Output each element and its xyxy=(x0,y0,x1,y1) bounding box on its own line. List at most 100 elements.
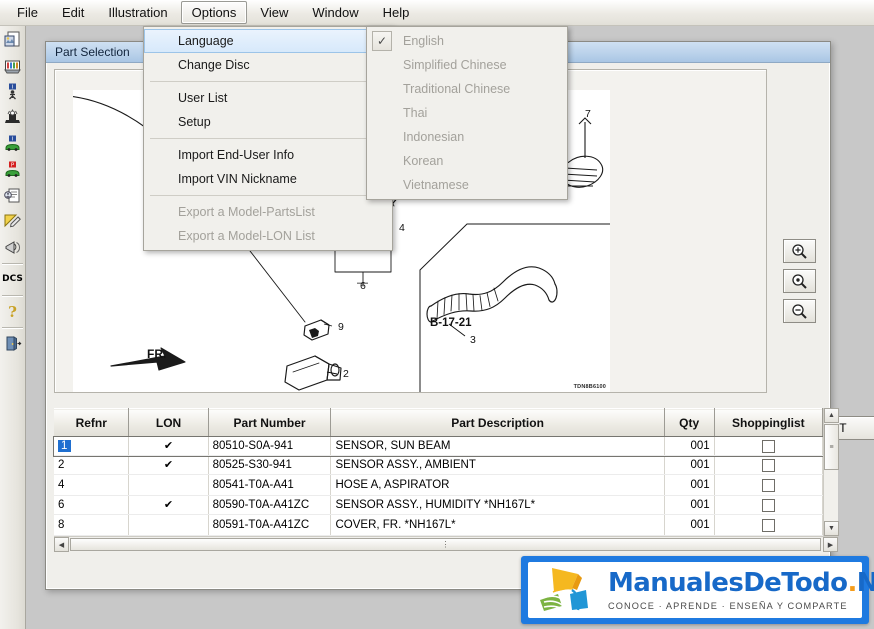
parts-table-body: 1 ✔ 80510-S0A-941 SENSOR, SUN BEAM 001 2… xyxy=(54,437,823,536)
language-item-indonesian-label: Indonesian xyxy=(403,130,464,144)
parked-vehicle-icon[interactable]: P xyxy=(1,157,24,182)
vehicle-search-icon[interactable]: I xyxy=(1,131,24,156)
menu-item-export-model-partslist-label: Export a Model-PartsList xyxy=(178,205,315,219)
toolbar-separator-3 xyxy=(2,327,23,328)
cell-lon[interactable] xyxy=(129,515,208,536)
language-item-english[interactable]: ✓ English xyxy=(367,29,567,53)
shoppinglist-checkbox[interactable] xyxy=(762,499,775,512)
magic-hat-icon[interactable] xyxy=(1,105,24,130)
column-header-shoppinglist[interactable]: Shoppinglist xyxy=(714,409,822,437)
column-header-qty[interactable]: Qty xyxy=(664,409,714,437)
menu-item-import-end-user-info[interactable]: Import End-User Info xyxy=(144,143,392,167)
table-row[interactable]: 8 80591-T0A-A41ZC COVER, FR. *NH167L* 00… xyxy=(54,515,823,536)
cell-shoppinglist[interactable] xyxy=(714,437,822,456)
shoppinglist-checkbox[interactable] xyxy=(762,479,775,492)
menu-options[interactable]: Options xyxy=(181,1,248,24)
shoppinglist-checkbox[interactable] xyxy=(762,440,775,453)
menu-window[interactable]: Window xyxy=(301,1,369,24)
table-vertical-scrollbar[interactable]: ▲ ≡ ▼ xyxy=(823,408,838,536)
watermark-title-main: ManualesDeTodo xyxy=(608,568,847,598)
cell-qty: 001 xyxy=(664,475,714,496)
language-item-vietnamese[interactable]: Vietnamese xyxy=(367,173,567,197)
cell-lon[interactable]: ✔ xyxy=(129,437,208,456)
scroll-down-arrow[interactable]: ▼ xyxy=(824,521,839,536)
menu-separator xyxy=(150,138,386,139)
svg-text:?: ? xyxy=(8,303,17,321)
language-item-thai[interactable]: Thai xyxy=(367,101,567,125)
options-dropdown-menu: Language ▶ Change Disc ▶ User List Setup… xyxy=(143,26,393,251)
language-item-simplified-chinese[interactable]: Simplified Chinese xyxy=(367,53,567,77)
cell-refnr: 8 xyxy=(54,515,129,536)
watermark-title: ManualesDeTodo.Net xyxy=(608,570,874,596)
menu-item-setup-label: Setup xyxy=(178,115,211,129)
language-item-korean[interactable]: Korean xyxy=(367,149,567,173)
cell-refnr: 2 xyxy=(54,456,129,475)
language-item-indonesian[interactable]: Indonesian xyxy=(367,125,567,149)
shoppinglist-checkbox[interactable] xyxy=(762,459,775,472)
exit-door-icon[interactable] xyxy=(1,331,24,356)
zoom-in-button[interactable] xyxy=(783,239,816,263)
watermark-text: ManualesDeTodo.Net CONOCE · APRENDE · EN… xyxy=(608,570,874,611)
zoom-fit-button[interactable] xyxy=(783,269,816,293)
parts-table-container: Refnr LON Part Number Part Description Q… xyxy=(54,408,838,554)
megaphone-icon[interactable] xyxy=(1,235,24,260)
menu-item-language[interactable]: Language ▶ xyxy=(144,29,392,53)
menu-file[interactable]: File xyxy=(6,1,49,24)
scroll-up-arrow[interactable]: ▲ xyxy=(824,408,839,423)
cell-shoppinglist[interactable] xyxy=(714,496,822,515)
shoppinglist-checkbox[interactable] xyxy=(762,519,775,532)
horizontal-scroll-thumb[interactable]: ⋮ xyxy=(70,538,821,551)
cell-part-number: 80541-T0A-A41 xyxy=(208,475,331,496)
dcs-icon[interactable]: DCS xyxy=(1,267,24,292)
menu-item-export-model-lon-list-label: Export a Model-LON List xyxy=(178,229,315,243)
scroll-right-arrow[interactable]: ▶ xyxy=(823,537,838,552)
checkmark-icon: ✓ xyxy=(372,31,392,51)
cell-shoppinglist[interactable] xyxy=(714,515,822,536)
help-question-icon[interactable]: ? xyxy=(1,299,24,324)
illustration-ref-3: 3 xyxy=(470,334,476,346)
menu-edit[interactable]: Edit xyxy=(51,1,95,24)
vertical-scroll-thumb[interactable]: ≡ xyxy=(824,424,839,470)
cell-shoppinglist[interactable] xyxy=(714,456,822,475)
column-header-refnr[interactable]: Refnr xyxy=(54,409,129,437)
illustration-ref-7: 7 xyxy=(585,108,591,120)
language-item-traditional-chinese[interactable]: Traditional Chinese xyxy=(367,77,567,101)
menu-item-change-disc[interactable]: Change Disc ▶ xyxy=(144,53,392,77)
cell-shoppinglist[interactable] xyxy=(714,475,822,496)
document-info-icon[interactable] xyxy=(1,183,24,208)
column-header-part-number[interactable]: Part Number xyxy=(208,409,331,437)
diagram-code: TDN8B6100 xyxy=(574,384,606,390)
new-document-icon[interactable] xyxy=(1,27,24,52)
cell-description: SENSOR, SUN BEAM xyxy=(331,437,664,456)
cell-description: SENSOR ASSY., AMBIENT xyxy=(331,456,664,475)
cell-lon[interactable] xyxy=(129,475,208,496)
column-header-description[interactable]: Part Description xyxy=(331,409,664,437)
menu-item-import-vin-nickname[interactable]: Import VIN Nickname xyxy=(144,167,392,191)
watermark-subtitle: CONOCE · APRENDE · ENSEÑA Y COMPARTE xyxy=(608,601,874,611)
zoom-in-icon xyxy=(791,243,808,260)
menu-view[interactable]: View xyxy=(249,1,299,24)
edit-pencil-icon[interactable] xyxy=(1,209,24,234)
menu-item-setup[interactable]: Setup xyxy=(144,110,392,134)
table-row[interactable]: 4 80541-T0A-A41 HOSE A, ASPIRATOR 001 xyxy=(54,475,823,496)
language-item-vietnamese-label: Vietnamese xyxy=(403,178,469,192)
table-row[interactable]: 6 ✔ 80590-T0A-A41ZC SENSOR ASSY., HUMIDI… xyxy=(54,496,823,515)
zoom-out-button[interactable] xyxy=(783,299,816,323)
table-row[interactable]: 2 ✔ 80525-S30-941 SENSOR ASSY., AMBIENT … xyxy=(54,456,823,475)
menu-item-import-vin-nickname-label: Import VIN Nickname xyxy=(178,172,297,186)
table-horizontal-scrollbar[interactable]: ◀ ⋮ ▶ xyxy=(54,536,838,552)
cell-refnr: 6 xyxy=(54,496,129,515)
catalog-icon[interactable] xyxy=(1,53,24,78)
menu-item-user-list[interactable]: User List xyxy=(144,86,392,110)
column-header-lon[interactable]: LON xyxy=(129,409,208,437)
zoom-fit-icon xyxy=(791,273,808,290)
menu-illustration[interactable]: Illustration xyxy=(97,1,178,24)
watermark-banner: ManualesDeTodo.Net CONOCE · APRENDE · EN… xyxy=(521,556,869,624)
scroll-left-arrow[interactable]: ◀ xyxy=(54,537,69,552)
menu-help[interactable]: Help xyxy=(372,1,421,24)
vin-search-icon[interactable]: I xyxy=(1,79,24,104)
window-title: Part Selection xyxy=(55,45,130,59)
cell-lon[interactable]: ✔ xyxy=(129,496,208,515)
cell-lon[interactable]: ✔ xyxy=(129,456,208,475)
table-row[interactable]: 1 ✔ 80510-S0A-941 SENSOR, SUN BEAM 001 xyxy=(54,437,823,456)
